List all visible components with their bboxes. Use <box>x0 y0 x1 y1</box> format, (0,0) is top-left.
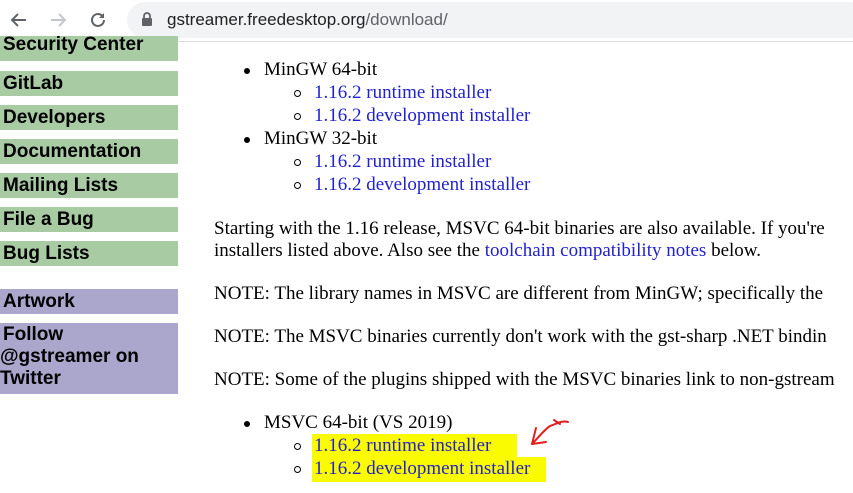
sidebar-item-label-line: Follow <box>3 324 64 345</box>
list-item-mingw64: MinGW 64-bit <box>264 59 378 80</box>
circle-bullet-icon <box>294 113 301 120</box>
list-item-msvc64: MSVC 64-bit (VS 2019) <box>264 412 453 433</box>
back-button[interactable] <box>6 7 32 33</box>
msvc-intro-line1: Starting with the 1.16 release, MSVC 64-… <box>214 218 825 239</box>
msvc64-runtime-link[interactable]: 1.16.2 runtime installer <box>314 435 491 457</box>
circle-bullet-icon <box>294 90 301 97</box>
list-item-mingw32: MinGW 32-bit <box>264 128 378 149</box>
circle-bullet-icon <box>294 466 301 473</box>
sidebar-item-label-line: Twitter <box>0 368 61 389</box>
sidebar-item-file-a-bug[interactable]: File a Bug <box>0 207 178 232</box>
mingw32-runtime-link[interactable]: 1.16.2 runtime installer <box>314 151 491 173</box>
sidebar: Security Center GitLab Developers Docume… <box>0 36 178 493</box>
msvc64-development-link[interactable]: 1.16.2 development installer <box>314 458 530 480</box>
url-text[interactable]: gstreamer.freedesktop.org/download/ <box>167 10 448 30</box>
sidebar-item-follow-twitter[interactable]: Follow @gstreamer on Twitter <box>0 323 178 394</box>
sidebar-item-label: Security Center <box>3 36 144 55</box>
mingw32-development-link[interactable]: 1.16.2 development installer <box>314 174 530 196</box>
sidebar-item-security-center[interactable]: Security Center <box>0 36 178 61</box>
annotation-arrow-icon <box>531 419 569 445</box>
mingw64-development-link[interactable]: 1.16.2 development installer <box>314 105 530 127</box>
circle-bullet-icon <box>294 443 301 450</box>
sidebar-item-gitlab[interactable]: GitLab <box>0 71 178 96</box>
note-gst-sharp: NOTE: The MSVC binaries currently don't … <box>214 326 827 347</box>
sidebar-item-bug-lists[interactable]: Bug Lists <box>0 241 178 266</box>
mingw64-runtime-link[interactable]: 1.16.2 runtime installer <box>314 82 491 104</box>
circle-bullet-icon <box>294 159 301 166</box>
toolchain-compat-link[interactable]: toolchain compatibility notes <box>485 240 707 261</box>
bullet-icon <box>244 137 250 143</box>
sidebar-item-label-line: @gstreamer on <box>0 346 139 367</box>
reload-icon <box>91 12 105 27</box>
reload-button[interactable] <box>85 7 111 33</box>
note-plugins: NOTE: Some of the plugins shipped with t… <box>214 369 835 390</box>
msvc-intro-line2: installers listed above. Also see the to… <box>214 240 761 262</box>
url-path: /download/ <box>365 10 448 29</box>
arrow-left-icon <box>10 13 26 27</box>
sidebar-item-label: GitLab <box>3 73 64 94</box>
url-host: gstreamer.freedesktop.org <box>167 10 366 29</box>
bullet-icon <box>244 68 250 74</box>
sidebar-item-label: Bug Lists <box>3 243 90 264</box>
arrow-right-icon <box>51 13 67 27</box>
address-bar[interactable]: gstreamer.freedesktop.org/download/ <box>127 2 853 38</box>
circle-bullet-icon <box>294 182 301 189</box>
main-content: MinGW 64-bit 1.16.2 runtime installer 1.… <box>178 42 853 493</box>
sidebar-item-label: Mailing Lists <box>3 175 119 196</box>
note-library-names: NOTE: The library names in MSVC are diff… <box>214 283 824 304</box>
sidebar-item-documentation[interactable]: Documentation <box>0 139 178 164</box>
sidebar-item-label: Artwork <box>3 291 75 312</box>
msvc-intro-text-end: below. <box>706 240 762 261</box>
sidebar-item-label: Documentation <box>3 141 142 162</box>
sidebar-item-label: File a Bug <box>3 209 94 230</box>
sidebar-item-developers[interactable]: Developers <box>0 105 178 130</box>
sidebar-item-mailing-lists[interactable]: Mailing Lists <box>0 173 178 198</box>
forward-button[interactable] <box>45 7 71 33</box>
sidebar-item-artwork[interactable]: Artwork <box>0 289 178 314</box>
msvc-intro-text: installers listed above. Also see the <box>214 240 485 261</box>
bullet-icon <box>244 421 250 427</box>
sidebar-item-label: Developers <box>3 107 106 128</box>
lock-icon[interactable] <box>141 12 153 27</box>
